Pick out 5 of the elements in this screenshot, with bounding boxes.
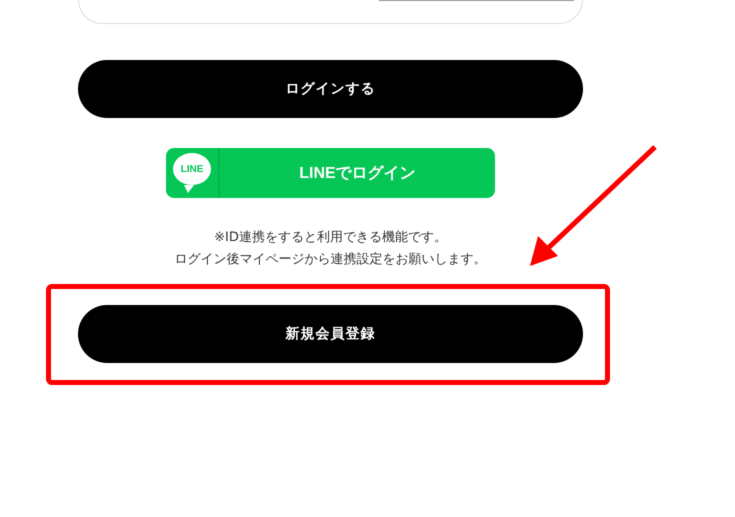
chat-bubble-logo: LINE [173,153,211,193]
note-text: ※ID連携をすると利用できる機能です。 [214,229,447,246]
note-text: ログイン後マイページから連携設定をお願いします。 [174,251,486,268]
register-button[interactable]: 新規会員登録 [78,305,583,363]
login-button[interactable]: ログインする [78,60,583,118]
